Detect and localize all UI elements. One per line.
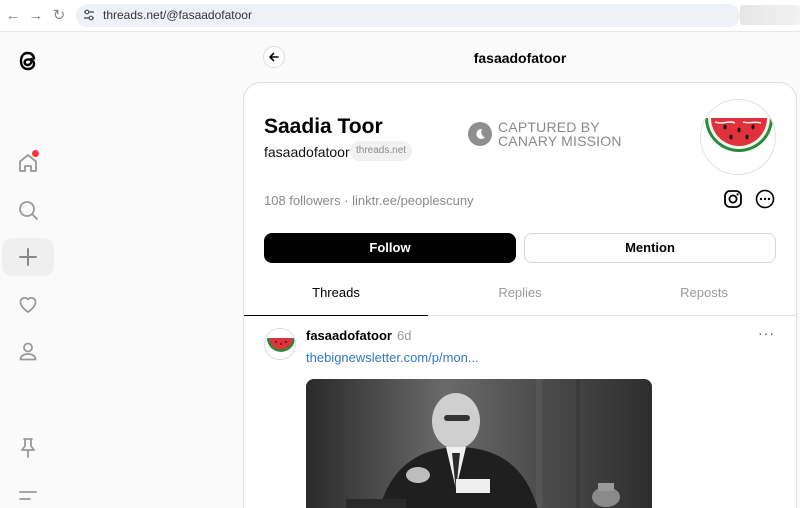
- post-timestamp: 6d: [397, 328, 412, 343]
- canary-mission-logo-icon: [468, 122, 492, 146]
- reload-icon[interactable]: ↻: [50, 7, 68, 25]
- person-icon: [19, 342, 37, 361]
- url-text: threads.net/@fasaadofatoor: [103, 8, 252, 22]
- browser-toolbar: ← → ↻ threads.net/@fasaadofatoor: [0, 0, 800, 32]
- post-username[interactable]: fasaadofatoor: [306, 328, 392, 343]
- nav-profile[interactable]: [2, 332, 54, 370]
- page-title: fasaadofatoor: [473, 50, 567, 66]
- plus-icon: [19, 248, 37, 266]
- profile-handle: fasaadofatoor: [264, 144, 350, 160]
- follow-button[interactable]: Follow: [264, 233, 516, 263]
- instagram-icon[interactable]: [723, 189, 743, 209]
- search-icon: [19, 201, 38, 220]
- address-bar[interactable]: threads.net/@fasaadofatoor: [76, 4, 740, 27]
- forward-arrow-icon[interactable]: →: [27, 7, 45, 25]
- tab-threads[interactable]: Threads: [244, 278, 428, 316]
- tab-reposts[interactable]: Reposts: [612, 278, 796, 316]
- profile-name: Saadia Toor: [264, 115, 383, 138]
- site-settings-icon[interactable]: [82, 8, 96, 22]
- back-arrow-icon[interactable]: ←: [4, 7, 22, 25]
- pin-icon: [21, 438, 35, 458]
- sidebar-nav: [0, 32, 56, 508]
- threads-logo-icon[interactable]: [2, 42, 54, 80]
- watermark-line2: CANARY MISSION: [498, 133, 622, 149]
- nav-search[interactable]: [2, 191, 54, 229]
- mention-button[interactable]: Mention: [524, 233, 776, 263]
- post-avatar[interactable]: [264, 328, 296, 360]
- watermark: CAPTURED BY CANARY MISSION: [468, 120, 622, 148]
- nav-activity[interactable]: [2, 285, 54, 323]
- menu-icon: [19, 491, 37, 500]
- main-content: fasaadofatoor Saadia Toor fasaadofatoor …: [56, 32, 800, 508]
- blurred-toolbar-area: [740, 5, 800, 25]
- nav-menu[interactable]: [2, 477, 54, 508]
- domain-badge[interactable]: threads.net: [350, 141, 413, 161]
- nav-home[interactable]: [2, 144, 54, 182]
- profile-tabs: Threads Replies Reposts: [244, 278, 796, 316]
- notification-dot: [32, 150, 39, 157]
- post-link[interactable]: thebignewsletter.com/p/mon...: [306, 350, 479, 365]
- nav-pinned[interactable]: [2, 429, 54, 467]
- followers-link[interactable]: 108 followers · linktr.ee/peoplescuny: [264, 193, 474, 208]
- heart-icon: [19, 296, 37, 313]
- avatar[interactable]: [700, 99, 776, 175]
- post-more-icon[interactable]: ···: [758, 325, 775, 341]
- nav-create[interactable]: [2, 238, 54, 276]
- more-options-icon[interactable]: [755, 189, 775, 209]
- profile-card: Saadia Toor fasaadofatoor threads.net CA…: [243, 82, 797, 508]
- post-image[interactable]: [306, 379, 652, 508]
- watermark-line1: CAPTURED BY: [498, 119, 600, 135]
- tab-replies[interactable]: Replies: [428, 278, 612, 316]
